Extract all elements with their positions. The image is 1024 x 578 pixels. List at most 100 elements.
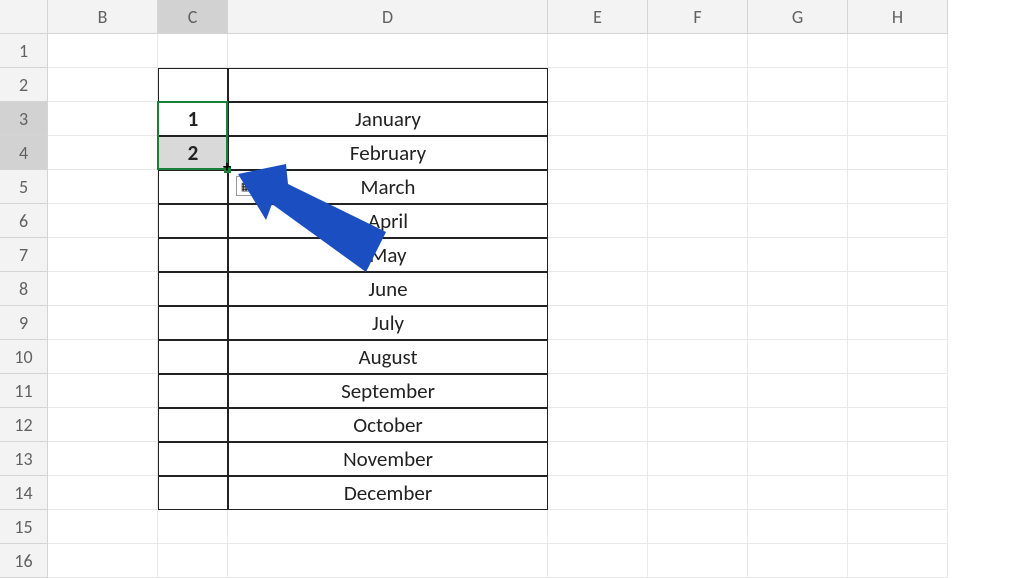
cell-D6[interactable]: April [228,204,548,238]
row-header-10[interactable]: 10 [0,340,48,374]
cell-G3[interactable] [748,102,848,136]
cell-G9[interactable] [748,306,848,340]
cell-C8[interactable] [158,272,228,306]
cell-H10[interactable] [848,340,948,374]
cell-F4[interactable] [648,136,748,170]
cell-F10[interactable] [648,340,748,374]
cell-B6[interactable] [48,204,158,238]
cell-H2[interactable] [848,68,948,102]
cell-C11[interactable] [158,374,228,408]
cell-B3[interactable] [48,102,158,136]
row-header-1[interactable]: 1 [0,34,48,68]
row-header-5[interactable]: 5 [0,170,48,204]
cell-E10[interactable] [548,340,648,374]
cell-F8[interactable] [648,272,748,306]
cell-F2[interactable] [648,68,748,102]
cell-C12[interactable] [158,408,228,442]
cell-F13[interactable] [648,442,748,476]
row-header-11[interactable]: 11 [0,374,48,408]
cell-F14[interactable] [648,476,748,510]
cell-F15[interactable] [648,510,748,544]
cell-G15[interactable] [748,510,848,544]
cell-G4[interactable] [748,136,848,170]
cell-E5[interactable] [548,170,648,204]
cell-D15[interactable] [228,510,548,544]
cell-D7[interactable]: May [228,238,548,272]
cell-E6[interactable] [548,204,648,238]
cell-E4[interactable] [548,136,648,170]
cell-G14[interactable] [748,476,848,510]
cell-G8[interactable] [748,272,848,306]
select-all-corner[interactable] [0,0,48,34]
cell-F3[interactable] [648,102,748,136]
cell-B15[interactable] [48,510,158,544]
row-header-16[interactable]: 16 [0,544,48,578]
row-header-3[interactable]: 3 [0,102,48,136]
cell-C5[interactable] [158,170,228,204]
cell-C15[interactable] [158,510,228,544]
cell-H9[interactable] [848,306,948,340]
cell-G6[interactable] [748,204,848,238]
row-header-13[interactable]: 13 [0,442,48,476]
cell-F11[interactable] [648,374,748,408]
cell-C4[interactable]: 2 [158,136,228,170]
cell-F6[interactable] [648,204,748,238]
cell-D13[interactable]: November [228,442,548,476]
cell-C7[interactable] [158,238,228,272]
cell-E11[interactable] [548,374,648,408]
cell-B16[interactable] [48,544,158,578]
cell-D8[interactable]: June [228,272,548,306]
cell-E13[interactable] [548,442,648,476]
cell-D5[interactable]: March [228,170,548,204]
row-header-6[interactable]: 6 [0,204,48,238]
cell-G7[interactable] [748,238,848,272]
cell-E16[interactable] [548,544,648,578]
cell-E14[interactable] [548,476,648,510]
cell-B9[interactable] [48,306,158,340]
cell-H4[interactable] [848,136,948,170]
cell-H15[interactable] [848,510,948,544]
row-header-12[interactable]: 12 [0,408,48,442]
cell-D9[interactable]: July [228,306,548,340]
cell-F16[interactable] [648,544,748,578]
cell-F1[interactable] [648,34,748,68]
cell-G10[interactable] [748,340,848,374]
cell-F9[interactable] [648,306,748,340]
row-header-14[interactable]: 14 [0,476,48,510]
cell-E7[interactable] [548,238,648,272]
cell-C3[interactable]: 1 [158,102,228,136]
cell-G11[interactable] [748,374,848,408]
cell-H5[interactable] [848,170,948,204]
cell-B2[interactable] [48,68,158,102]
cell-E2[interactable] [548,68,648,102]
cell-G16[interactable] [748,544,848,578]
cell-C6[interactable] [158,204,228,238]
cell-B5[interactable] [48,170,158,204]
row-header-8[interactable]: 8 [0,272,48,306]
row-header-15[interactable]: 15 [0,510,48,544]
row-header-9[interactable]: 9 [0,306,48,340]
cell-H11[interactable] [848,374,948,408]
cell-H12[interactable] [848,408,948,442]
cell-B7[interactable] [48,238,158,272]
cell-G1[interactable] [748,34,848,68]
cell-E15[interactable] [548,510,648,544]
cell-C10[interactable] [158,340,228,374]
cell-H6[interactable] [848,204,948,238]
cell-D3[interactable]: January [228,102,548,136]
cell-E12[interactable] [548,408,648,442]
autofill-options-button[interactable]: ▦ [236,176,256,196]
cell-F7[interactable] [648,238,748,272]
cell-C9[interactable] [158,306,228,340]
cell-D2[interactable]: Month [228,68,548,102]
cell-D11[interactable]: September [228,374,548,408]
col-header-D[interactable]: D [228,0,548,34]
spreadsheet-grid[interactable]: BCDEFGH12No.Month31January42February5Mar… [0,0,1024,578]
cell-D16[interactable] [228,544,548,578]
cell-H3[interactable] [848,102,948,136]
cell-B1[interactable] [48,34,158,68]
cell-B14[interactable] [48,476,158,510]
cell-H14[interactable] [848,476,948,510]
cell-C1[interactable] [158,34,228,68]
cell-B11[interactable] [48,374,158,408]
